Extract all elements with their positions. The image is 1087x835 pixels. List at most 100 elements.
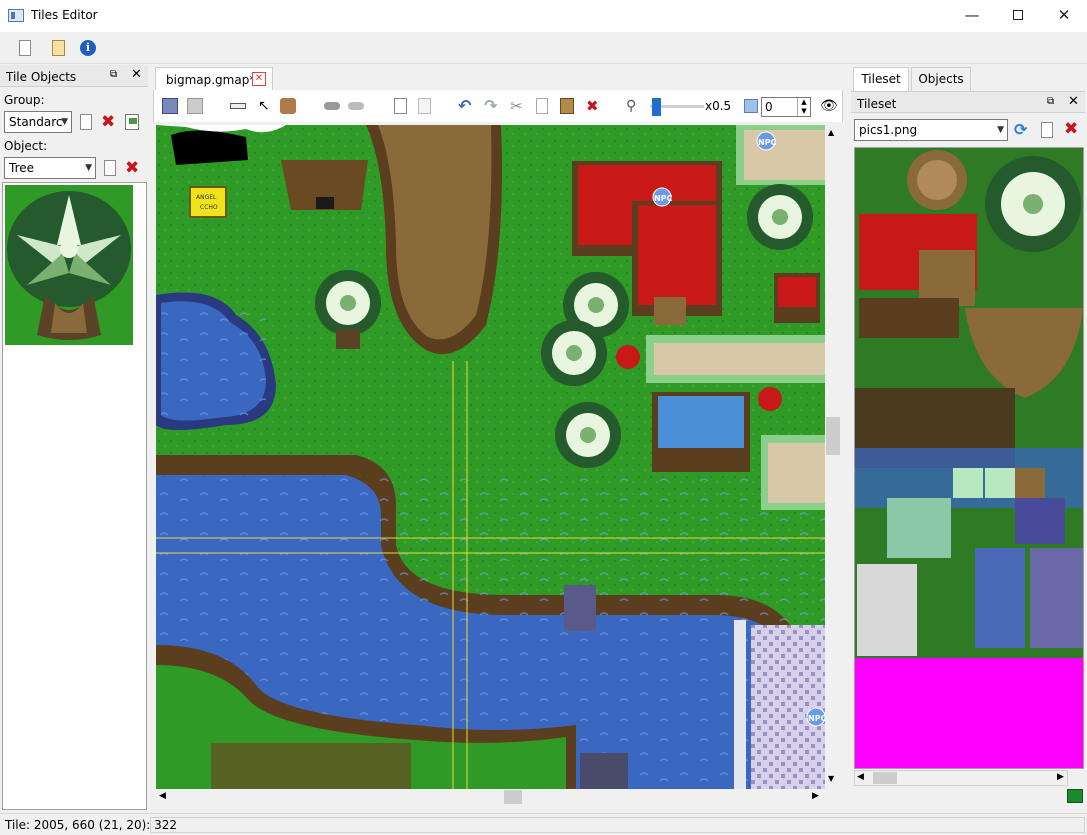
object-select[interactable]: Tree ▼ (4, 157, 96, 179)
tileset-scroll-thumb[interactable] (873, 772, 897, 784)
fill-bucket-icon[interactable] (280, 98, 296, 114)
unlink-icon[interactable] (348, 102, 364, 110)
chevron-down-icon: ▼ (61, 117, 68, 127)
tileset-header: Tileset ⧉ ✕ (851, 91, 1085, 113)
tileset-title: Tileset (857, 97, 897, 111)
scroll-left-icon[interactable]: ◀ (159, 791, 166, 801)
layer-spinbox[interactable]: 0 ▲ ▼ (761, 97, 811, 117)
tileset-file: pics1.png (859, 123, 918, 137)
select-rect-icon[interactable] (230, 103, 246, 109)
panel-title: Tile Objects (6, 70, 77, 84)
maximize-button[interactable] (995, 0, 1041, 32)
maximize-icon (1013, 10, 1023, 20)
pointer-icon[interactable]: ↖ (258, 98, 274, 114)
cut-icon[interactable]: ✂ (510, 98, 526, 114)
new-group-icon[interactable] (80, 114, 92, 130)
delete-icon[interactable]: ✖ (586, 98, 599, 115)
zoom-slider-handle[interactable] (652, 98, 661, 116)
scroll-left-icon[interactable]: ◀ (857, 772, 864, 782)
edit-properties-icon[interactable] (394, 98, 407, 114)
chevron-down-icon: ▼ (85, 163, 92, 173)
layer-icon (744, 99, 758, 113)
minimize-button[interactable]: — (949, 0, 995, 32)
refresh-icon[interactable]: ⟳ (1014, 120, 1027, 139)
add-object-icon[interactable] (418, 98, 431, 114)
app-icon (8, 9, 24, 22)
info-icon[interactable]: i (80, 40, 96, 56)
close-panel-icon[interactable]: ✕ (1068, 95, 1079, 108)
npc-label-2: NPC (654, 194, 673, 203)
close-window-button[interactable]: ✕ (1041, 0, 1087, 32)
spin-up-icon[interactable]: ▲ (797, 98, 810, 107)
window-title: Tiles Editor (31, 8, 98, 22)
copy-icon[interactable] (536, 98, 548, 114)
npc-label-1: NPC (758, 138, 777, 147)
group-select[interactable]: Standarc ▼ (4, 111, 72, 133)
layer-value: 0 (765, 100, 773, 114)
tab-objects[interactable]: Objects (911, 67, 971, 91)
open-file-icon[interactable] (52, 40, 65, 56)
spin-down-icon[interactable]: ▼ (797, 107, 810, 116)
status-extra-area (150, 817, 1085, 833)
delete-tileset-icon[interactable]: ✖ (1064, 121, 1078, 138)
sign-line1: ANGEL (196, 194, 217, 201)
sign-line2: CCHO (200, 204, 218, 211)
group-select-value: Standarc (9, 115, 63, 129)
close-panel-icon[interactable]: ✕ (131, 68, 142, 81)
tab-tileset-label: Tileset (861, 72, 901, 86)
redo-icon[interactable]: ↷ (484, 98, 500, 114)
paste-icon[interactable] (560, 98, 574, 114)
scroll-right-icon[interactable]: ▶ (812, 791, 819, 801)
tileset-select[interactable]: pics1.png ▼ (854, 119, 1008, 141)
tab-label: bigmap.gmap* (166, 73, 256, 87)
tileset-image (855, 148, 1083, 768)
minimize-icon: — (964, 6, 980, 24)
tab-objects-label: Objects (918, 72, 964, 86)
title-bar: Tiles Editor — ✕ (0, 0, 1087, 32)
delete-object-icon[interactable]: ✖ (125, 160, 139, 177)
zoom-icon: ⚲ (626, 98, 637, 114)
import-group-icon[interactable] (125, 114, 139, 130)
float-panel-icon[interactable]: ⧉ (1047, 96, 1058, 107)
save-as-icon[interactable] (187, 98, 203, 114)
tab-tileset[interactable]: Tileset (853, 67, 909, 91)
float-panel-icon[interactable]: ⧉ (110, 69, 121, 80)
scroll-right-icon[interactable]: ▶ (1057, 772, 1064, 782)
link-icon[interactable] (324, 102, 340, 110)
save-icon[interactable] (162, 98, 178, 114)
group-label: Group: (4, 93, 45, 107)
new-file-icon[interactable] (19, 40, 31, 56)
vertical-scrollbar[interactable]: ▲ ▼ (825, 125, 841, 789)
tileset-view[interactable] (854, 147, 1084, 769)
chevron-down-icon: ▼ (997, 125, 1004, 135)
tile-objects-header: Tile Objects ⧉ ✕ (0, 65, 148, 87)
editor-tabbar: bigmap.gmap* ✕ (153, 65, 843, 91)
tab-bigmap[interactable]: bigmap.gmap* ✕ (155, 67, 273, 91)
close-icon: ✕ (1057, 6, 1071, 24)
status-bar: Tile: 2005, 660 (21, 20): 322 (0, 813, 1087, 835)
object-label: Object: (4, 139, 48, 153)
object-preview-area[interactable] (2, 182, 147, 810)
scroll-up-icon[interactable]: ▲ (828, 128, 834, 137)
editor-toolbar: ↖ ↶ ↷ ✂ ✖ ⚲ x0.5 0 ▲ ▼ 👁 (153, 90, 843, 122)
horizontal-scrollbar[interactable]: ◀ ▶ (156, 789, 825, 805)
right-panel: Tileset Objects Tileset ⧉ ✕ pics1.png ▼ … (851, 65, 1087, 810)
vertical-scroll-thumb[interactable] (826, 417, 840, 455)
eye-icon[interactable]: 👁 (820, 98, 838, 114)
scroll-down-icon[interactable]: ▼ (828, 774, 834, 783)
undo-icon[interactable]: ↶ (458, 98, 474, 114)
zoom-slider[interactable] (650, 98, 704, 116)
map-render: ANGEL CCHO NPC NPC NPC (156, 125, 825, 789)
current-tile-swatch (1067, 789, 1083, 803)
main-toolbar: i (0, 32, 1087, 90)
delete-group-icon[interactable]: ✖ (101, 114, 115, 131)
tile-objects-panel: Tile Objects ⧉ ✕ Group: Standarc ▼ ✖ Obj… (0, 65, 148, 810)
map-canvas[interactable]: ANGEL CCHO NPC NPC NPC (156, 125, 825, 789)
object-select-value: Tree (9, 161, 35, 175)
zoom-label: x0.5 (705, 99, 732, 113)
tileset-hscrollbar[interactable]: ◀ ▶ (854, 770, 1068, 786)
horizontal-scroll-thumb[interactable] (504, 790, 522, 804)
close-tab-icon[interactable]: ✕ (252, 72, 266, 86)
new-object-icon[interactable] (104, 160, 116, 176)
new-tileset-icon[interactable] (1041, 122, 1053, 138)
